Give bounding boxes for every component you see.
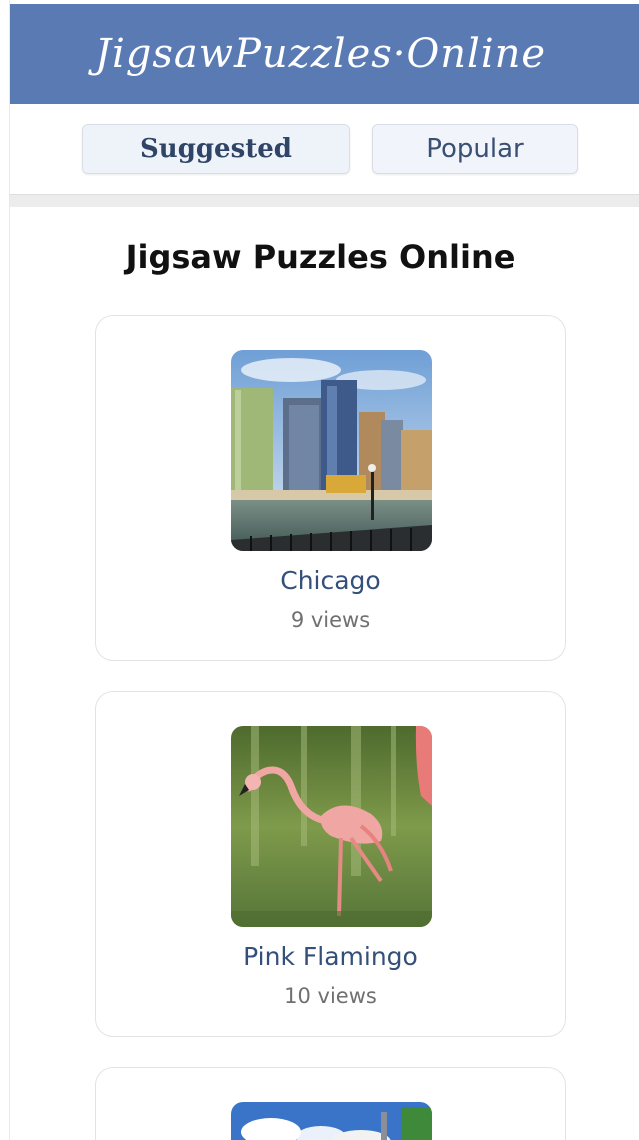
- tab-suggested[interactable]: Suggested: [82, 124, 350, 174]
- puzzle-title[interactable]: Chicago: [96, 566, 565, 595]
- section-divider: [10, 194, 639, 207]
- tab-popular[interactable]: Popular: [372, 124, 578, 174]
- site-logo[interactable]: JigsawPuzzles·Online: [95, 31, 546, 77]
- puzzle-views: 10 views: [284, 984, 377, 1008]
- puzzle-card-pink-flamingo[interactable]: Pink Flamingo 10 views: [95, 691, 566, 1037]
- puzzle-card-chicago[interactable]: Chicago 9 views: [95, 315, 566, 661]
- puzzle-thumbnail-partial[interactable]: [231, 1102, 432, 1140]
- tab-bar: Suggested Popular: [10, 104, 639, 196]
- site-header: JigsawPuzzles·Online: [10, 4, 639, 104]
- puzzle-views: 9 views: [290, 608, 371, 632]
- puzzle-thumbnail-pink-flamingo[interactable]: [231, 726, 432, 927]
- puzzle-thumbnail-chicago[interactable]: [231, 350, 432, 551]
- puzzle-card-partial[interactable]: [95, 1067, 566, 1140]
- page-left-edge: [0, 0, 10, 1140]
- page-title: Jigsaw Puzzles Online: [125, 238, 516, 276]
- puzzle-title[interactable]: Pink Flamingo: [96, 942, 565, 971]
